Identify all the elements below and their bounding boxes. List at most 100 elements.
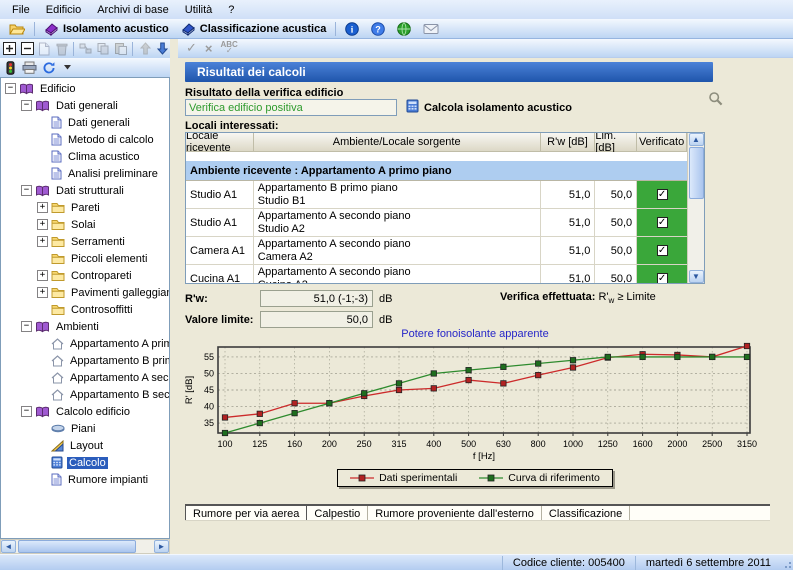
limit-summary-row: Valore limite: 50,0 dB — [185, 311, 392, 328]
print-button[interactable] — [21, 60, 38, 76]
plus-expander-icon[interactable]: + — [37, 202, 48, 213]
paste-button[interactable] — [113, 41, 128, 57]
menu-item-edificio[interactable]: Edificio — [38, 2, 89, 18]
svg-text:?: ? — [376, 24, 382, 34]
menu-item-archivi-di-base[interactable]: Archivi di base — [89, 2, 177, 18]
tree-item-controsoffitti[interactable]: Controsoffitti — [1, 301, 169, 318]
web-button[interactable] — [391, 20, 417, 38]
minus-expander-icon[interactable]: − — [21, 321, 32, 332]
minus-expander-icon[interactable]: − — [5, 83, 16, 94]
table-header-verificato[interactable]: Verificato — [637, 133, 687, 152]
check-data-button[interactable] — [2, 60, 19, 76]
panel-splitter[interactable] — [170, 39, 178, 554]
scroll-thumb[interactable] — [18, 540, 136, 553]
copy-button[interactable] — [96, 41, 111, 57]
tree-item-piccoli-elementi[interactable]: Piccoli elementi — [1, 250, 169, 267]
scroll-left-arrow[interactable]: ◄ — [1, 540, 16, 553]
table-row[interactable]: Studio A1Appartamento A secondo pianoStu… — [186, 209, 687, 237]
info-button[interactable]: i — [339, 20, 365, 38]
tree-item-dati-generali[interactable]: Dati generali — [1, 114, 169, 131]
scroll-up-arrow[interactable]: ▲ — [689, 133, 704, 146]
help-button[interactable]: ? — [365, 20, 391, 38]
refresh-button[interactable] — [40, 60, 57, 76]
table-header-lim-db[interactable]: Lim. [dB] — [595, 133, 637, 152]
table-header-ambiente-locale-sorgente[interactable]: Ambiente/Locale sorgente — [254, 133, 541, 152]
plus-expander-icon[interactable]: + — [37, 219, 48, 230]
verified-checkbox[interactable]: ✓ — [657, 245, 668, 256]
calc-isolamento-button[interactable]: Calcola isolamento acustico — [406, 99, 572, 116]
menu-item-utilit[interactable]: Utilità — [177, 2, 221, 18]
spellcheck-button[interactable]: ABC✓ — [221, 42, 238, 54]
verified-checkbox[interactable]: ✓ — [657, 217, 668, 228]
cut-button[interactable] — [78, 41, 93, 57]
table-row[interactable]: Camera A1Appartamento A secondo pianoCam… — [186, 237, 687, 265]
tab-calpestio[interactable]: Calpestio — [307, 506, 368, 520]
tree-item-dati-strutturali[interactable]: −Dati strutturali — [1, 182, 169, 199]
menu-item-file[interactable]: File — [4, 2, 38, 18]
expand-all-button[interactable] — [2, 41, 17, 57]
table-row[interactable]: Cucina A1Appartamento A secondo pianoCuc… — [186, 265, 687, 283]
magnifier-icon[interactable] — [708, 91, 724, 110]
table-header-r-w-db[interactable]: R'w [dB] — [541, 133, 596, 152]
tab-classificazione[interactable]: Classificazione — [542, 506, 630, 520]
verified-checkbox[interactable]: ✓ — [657, 273, 668, 283]
tree-horizontal-scrollbar[interactable]: ◄ ► — [0, 539, 170, 554]
tree-item-solai[interactable]: +Solai — [1, 216, 169, 233]
cell-ambiente-sorgente: Appartamento A secondo pianoCucina A2 — [254, 265, 541, 283]
tree-item-appartamento-a-primo-piano[interactable]: Appartamento A primo piano — [1, 335, 169, 352]
plus-expander-icon[interactable]: + — [37, 270, 48, 281]
calculator-small-icon — [51, 456, 63, 469]
open-button[interactable] — [3, 20, 31, 38]
plus-expander-icon[interactable]: + — [37, 236, 48, 247]
tree-item-metodo-di-calcolo[interactable]: Metodo di calcolo — [1, 131, 169, 148]
tree-item-pavimenti-galleggianti[interactable]: +Pavimenti galleggianti — [1, 284, 169, 301]
tree-item-analisi-preliminare[interactable]: Analisi preliminare — [1, 165, 169, 182]
book-icon — [35, 321, 50, 333]
tab-rumore-per-via-aerea[interactable]: Rumore per via aerea — [185, 506, 307, 520]
collapse-all-button[interactable] — [19, 41, 34, 57]
classificazione-acustica-button-label: Classificazione acustica — [200, 23, 327, 35]
tab-rumore-proveniente-dall-esterno[interactable]: Rumore proveniente dall'esterno — [368, 506, 542, 520]
plus-expander-icon[interactable]: + — [37, 287, 48, 298]
tree-item-clima-acustico[interactable]: Clima acustico — [1, 148, 169, 165]
tree-item-pareti[interactable]: +Pareti — [1, 199, 169, 216]
tree-item-appartamento-b-secondo-piano[interactable]: Appartamento B secondo piano — [1, 386, 169, 403]
minus-expander-icon[interactable]: − — [21, 185, 32, 196]
tree-item-appartamento-b-primo-piano[interactable]: Appartamento B primo piano — [1, 352, 169, 369]
delete-item-button[interactable] — [54, 41, 69, 57]
verified-checkbox[interactable]: ✓ — [657, 189, 668, 200]
move-down-button[interactable] — [155, 41, 170, 57]
tree-item-contropareti[interactable]: +Contropareti — [1, 267, 169, 284]
table-header-locale-ricevente[interactable]: Locale ricevente — [186, 133, 254, 152]
tree-item-rumore-impianti[interactable]: Rumore impianti — [1, 471, 169, 488]
tree-item-ambienti[interactable]: −Ambienti — [1, 318, 169, 335]
tree-item-dati-generali[interactable]: −Dati generali — [1, 97, 169, 114]
tree-item-serramenti[interactable]: +Serramenti — [1, 233, 169, 250]
classificazione-acustica-button[interactable]: Classificazione acustica — [175, 20, 333, 38]
minus-expander-icon[interactable]: − — [21, 100, 32, 111]
mail-button[interactable] — [417, 20, 445, 38]
menu-item-[interactable]: ? — [220, 2, 242, 18]
minus-expander-icon[interactable]: − — [21, 406, 32, 417]
cancel-button[interactable]: × — [205, 41, 213, 56]
tree-item-calcolo[interactable]: Calcolo — [1, 454, 169, 471]
table-row[interactable]: Studio A1Appartamento B primo pianoStudi… — [186, 181, 687, 209]
cell-lim: 50,0 — [595, 209, 637, 236]
scroll-right-arrow[interactable]: ► — [154, 540, 169, 553]
refresh-dropdown[interactable] — [59, 60, 76, 76]
scroll-thumb[interactable] — [689, 147, 704, 199]
tree-item-edificio[interactable]: −Edificio — [1, 80, 169, 97]
tree-item-calcolo-edificio[interactable]: −Calcolo edificio — [1, 403, 169, 420]
verify-result-field[interactable] — [185, 99, 397, 116]
isolamento-acustico-button[interactable]: Isolamento acustico — [38, 20, 175, 38]
new-item-button[interactable] — [37, 41, 52, 57]
table-vertical-scrollbar[interactable]: ▲ ▼ — [687, 133, 704, 283]
table-group-row[interactable]: Ambiente ricevente : Appartamento A prim… — [186, 161, 687, 181]
confirm-button[interactable]: ✓ — [186, 40, 197, 56]
tree-item-layout[interactable]: Layout — [1, 437, 169, 454]
tree-item-piani[interactable]: Piani — [1, 420, 169, 437]
tree-item-appartamento-a-secondo-piano[interactable]: Appartamento A secondo piano — [1, 369, 169, 386]
scroll-down-arrow[interactable]: ▼ — [689, 270, 704, 283]
move-up-button[interactable] — [137, 41, 152, 57]
resize-grip[interactable] — [781, 556, 793, 570]
